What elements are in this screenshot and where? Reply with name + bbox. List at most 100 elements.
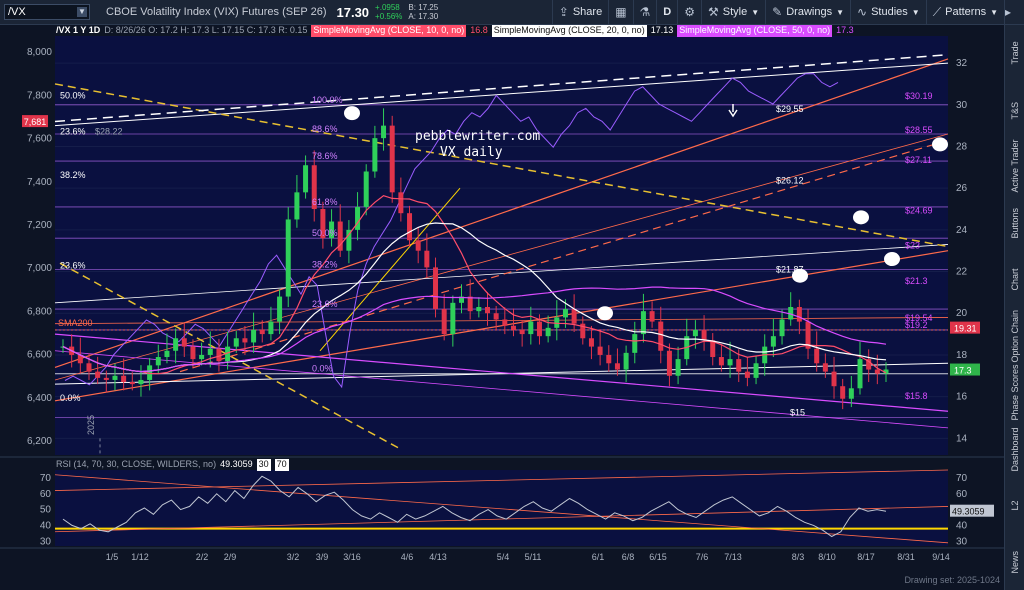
candle-body [138,379,144,385]
candle-body [355,206,361,230]
left-axis-tick: 8,000 [27,47,52,58]
candle-body [675,359,681,376]
candle-body [415,240,421,251]
rail-tab-l2[interactable]: L2 [1005,477,1024,534]
rail-tab-t-s[interactable]: T&S [1005,82,1024,139]
fib-label: 50.0% [312,228,338,238]
candle-body [658,321,664,351]
right-axis-tick: 24 [956,225,968,236]
candle-body [441,309,447,335]
fib-label: 100.0% [312,95,343,105]
candle-body [736,359,742,372]
legend-symbol: /VX 1 Y 1D [56,25,101,35]
rail-tab-dashboard[interactable]: Dashboard [1005,421,1024,478]
candle-body [571,309,577,324]
x-tick-label: 1/5 [106,552,119,562]
right-axis-tick: 32 [956,58,968,69]
left-axis-tick: 6,600 [27,350,52,361]
x-tick-label: 2/9 [224,552,237,562]
candle-body [242,338,248,343]
x-tick-label: 7/13 [724,552,742,562]
candle-body [129,382,135,385]
level-label: $23 [905,241,920,251]
left-axis-tick: 7,000 [27,263,52,274]
rsi-legend: RSI (14, 70, 30, CLOSE, WILDERS, no) 49.… [56,459,289,471]
x-tick-label: 1/12 [131,552,149,562]
candle-body [164,350,170,358]
right-axis-tick: 26 [956,183,968,194]
x-tick-label: 3/16 [343,552,361,562]
candle-body [606,354,612,364]
rail-tab-buttons[interactable]: Buttons [1005,195,1024,252]
candle-body [857,359,863,389]
rail-tab-phase-scores[interactable]: Phase Scores [1005,364,1024,421]
rail-tab-trade[interactable]: Trade [1005,25,1024,82]
candle-body [121,375,127,383]
candle-body [510,325,516,330]
left-fib-label: 23.6% [60,261,86,271]
price-tag-text: 19.31 [954,324,977,334]
rail-tab-news[interactable]: News [1005,534,1024,590]
legend-sma10-value: 16.8 [470,25,488,35]
candle-body [502,319,508,326]
marker-dot [853,210,869,225]
candle-body [640,311,646,335]
right-axis-tick: 18 [956,350,968,361]
candle-body [207,348,213,355]
candle-body [433,267,439,310]
price-legend: /VX 1 Y 1D D: 8/26/26 O: 17.2 H: 17.3 L:… [56,25,854,37]
fib-label: 78.6% [312,151,338,161]
marker-dot [344,106,360,121]
candle-body [181,338,187,347]
candle-body [727,359,733,366]
rsi-right-tick: 40 [956,520,968,531]
rsi-right-tick: 30 [956,536,968,547]
candle-body [770,336,776,347]
collapse-panel-button[interactable]: ▸ [1004,0,1024,24]
candle-body [372,138,378,172]
left-axis-tick: 7,200 [27,220,52,231]
chart-canvas[interactable]: 14 16 18 20 22 24 26 28 30 32 6,200 6,400 6,600 6,800… [0,0,1004,590]
rsi-left-tick: 70 [40,473,52,484]
candle-body [450,302,456,335]
candle-body [545,327,551,337]
year-label: 2025 [86,415,96,435]
candle-body [476,306,482,312]
candle-body [277,296,283,322]
right-axis-tick: 28 [956,141,968,152]
candle-body [814,348,820,364]
rail-tab-active-trader[interactable]: Active Trader [1005,138,1024,195]
candle-body [95,371,101,378]
x-tick-label: 6/1 [592,552,605,562]
candle-body [155,357,161,366]
left-axis-tick: 7,400 [27,177,52,188]
candle-body [536,321,542,337]
left-current-value: 7,681 [24,117,47,127]
right-axis-tick: 30 [956,100,968,111]
rsi-left-tick: 40 [40,520,52,531]
candle-body [692,329,698,337]
candle-body [597,346,603,355]
rail-tab-option-chain[interactable]: Option Chain [1005,308,1024,365]
right-rail: Trade T&S Active Trader Buttons Chart Option … [1004,25,1024,590]
candle-body [103,377,109,380]
candle-body [407,213,413,241]
left-note: $28.22 [95,127,123,137]
level-label: $15 [790,407,805,417]
left-axis-tick: 6,200 [27,436,52,447]
candle-body [614,363,620,370]
x-tick-label: 4/6 [401,552,414,562]
rsi-value: 49.3059 [220,459,253,469]
rsi-left-tick: 60 [40,489,52,500]
left-axis-tick: 7,600 [27,134,52,145]
candle-body [718,357,724,366]
candle-body [744,371,750,378]
rsi-left-tick: 50 [40,505,52,516]
candle-body [519,329,525,335]
level-label: $26.12 [776,176,804,186]
left-axis-tick: 6,400 [27,393,52,404]
legend-sma50: SimpleMovingAvg (CLOSE, 50, 0, no) [677,25,833,37]
right-axis-tick: 16 [956,392,968,403]
rail-tab-chart[interactable]: Chart [1005,251,1024,308]
x-tick-label: 5/11 [525,552,542,562]
